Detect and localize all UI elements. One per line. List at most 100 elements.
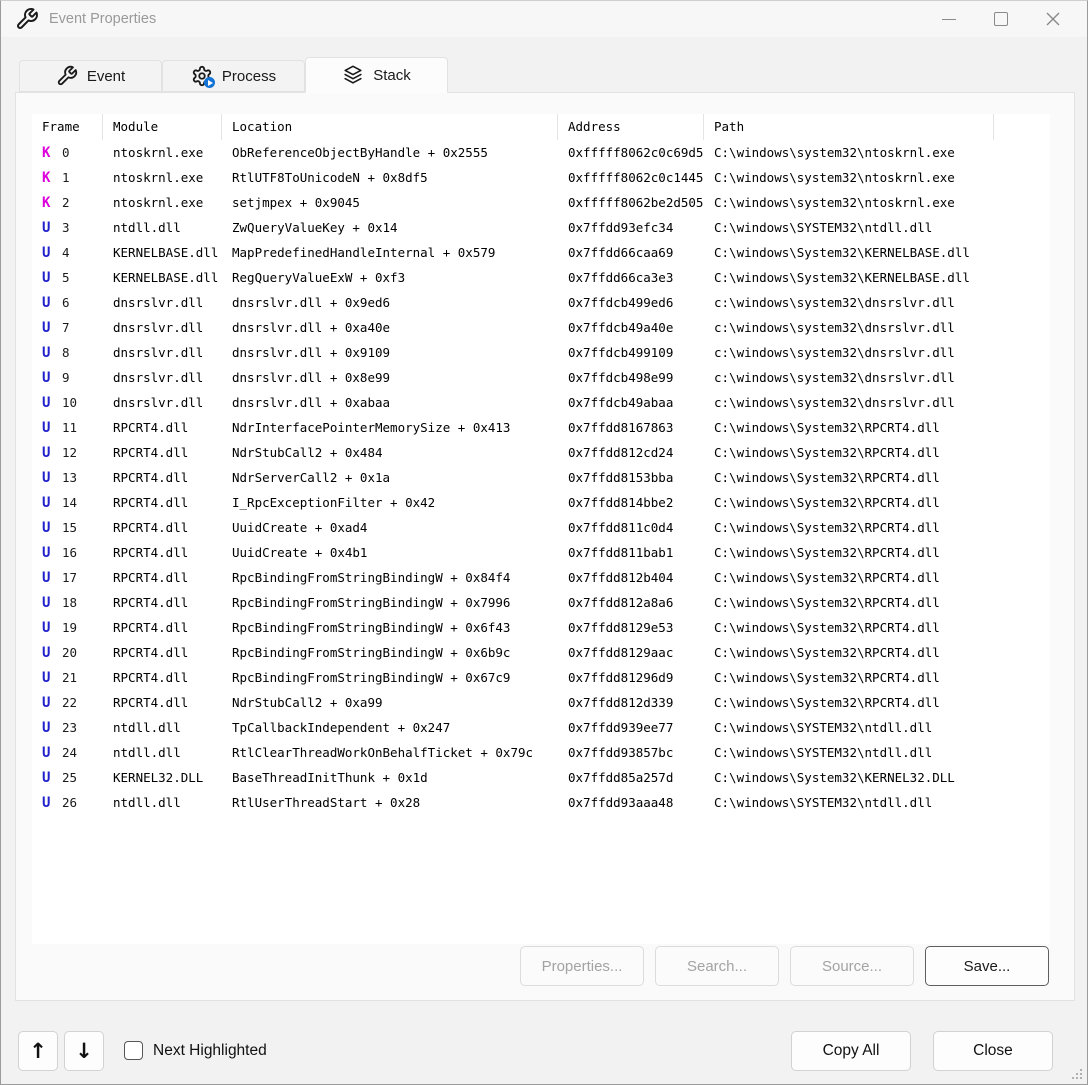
- column-header-path[interactable]: Path: [704, 114, 994, 140]
- table-row[interactable]: U19 RPCRT4.dll RpcBindingFromStringBindi…: [32, 615, 1050, 640]
- table-row[interactable]: U10 dnsrslvr.dll dnsrslvr.dll + 0xabaa 0…: [32, 390, 1050, 415]
- tab-stack[interactable]: Stack: [305, 57, 448, 93]
- location-cell: I_RpcExceptionFilter + 0x42: [222, 490, 558, 515]
- tab-stack-label: Stack: [373, 67, 411, 84]
- location-cell: NdrInterfacePointerMemorySize + 0x413: [222, 415, 558, 440]
- path-cell: C:\windows\System32\RPCRT4.dll: [704, 590, 994, 615]
- stack-table[interactable]: Frame Module Location Address Path K0 nt…: [32, 114, 1050, 944]
- table-row[interactable]: U18 RPCRT4.dll RpcBindingFromStringBindi…: [32, 590, 1050, 615]
- table-row[interactable]: U14 RPCRT4.dll I_RpcExceptionFilter + 0x…: [32, 490, 1050, 515]
- path-cell: C:\windows\System32\RPCRT4.dll: [704, 540, 994, 565]
- source-button[interactable]: Source...: [790, 946, 914, 986]
- module-cell: ntoskrnl.exe: [103, 165, 222, 190]
- layers-icon: [342, 64, 364, 86]
- frame-number: 13: [62, 465, 77, 490]
- table-row[interactable]: U13 RPCRT4.dll NdrServerCall2 + 0x1a 0x7…: [32, 465, 1050, 490]
- frame-type-icon: U: [42, 541, 56, 565]
- copy-all-button[interactable]: Copy All: [791, 1031, 911, 1071]
- frame-type-icon: U: [42, 716, 56, 740]
- tab-strip: Event Process Stack: [19, 60, 448, 93]
- table-row[interactable]: U20 RPCRT4.dll RpcBindingFromStringBindi…: [32, 640, 1050, 665]
- table-row[interactable]: U12 RPCRT4.dll NdrStubCall2 + 0x484 0x7f…: [32, 440, 1050, 465]
- close-dialog-button[interactable]: Close: [933, 1031, 1053, 1071]
- next-event-button[interactable]: ↓: [64, 1031, 104, 1071]
- address-cell: 0x7ffdd811c0d4: [558, 515, 704, 540]
- properties-button[interactable]: Properties...: [520, 946, 644, 986]
- previous-event-button[interactable]: ↑: [18, 1031, 58, 1071]
- frame-cell: U5: [32, 265, 103, 290]
- table-row[interactable]: U21 RPCRT4.dll RpcBindingFromStringBindi…: [32, 665, 1050, 690]
- path-cell: C:\windows\system32\ntoskrnl.exe: [704, 165, 994, 190]
- module-cell: RPCRT4.dll: [103, 565, 222, 590]
- path-cell: C:\windows\System32\KERNEL32.DLL: [704, 765, 994, 790]
- table-row[interactable]: U24 ntdll.dll RtlClearThreadWorkOnBehalf…: [32, 740, 1050, 765]
- path-cell: C:\windows\SYSTEM32\ntdll.dll: [704, 740, 994, 765]
- table-row[interactable]: U22 RPCRT4.dll NdrStubCall2 + 0xa99 0x7f…: [32, 690, 1050, 715]
- tab-event-label: Event: [87, 68, 125, 85]
- column-header-address[interactable]: Address: [558, 114, 704, 140]
- table-row[interactable]: U25 KERNEL32.DLL BaseThreadInitThunk + 0…: [32, 765, 1050, 790]
- frame-number: 19: [62, 615, 77, 640]
- frame-number: 3: [62, 215, 70, 240]
- frame-cell: U18: [32, 590, 103, 615]
- table-row[interactable]: U8 dnsrslvr.dll dnsrslvr.dll + 0x9109 0x…: [32, 340, 1050, 365]
- frame-type-icon: K: [42, 191, 56, 215]
- table-row[interactable]: U23 ntdll.dll TpCallbackIndependent + 0x…: [32, 715, 1050, 740]
- column-header-frame[interactable]: Frame: [32, 114, 103, 140]
- frame-cell: U4: [32, 240, 103, 265]
- table-row[interactable]: U6 dnsrslvr.dll dnsrslvr.dll + 0x9ed6 0x…: [32, 290, 1050, 315]
- table-row[interactable]: U9 dnsrslvr.dll dnsrslvr.dll + 0x8e99 0x…: [32, 365, 1050, 390]
- table-row[interactable]: U15 RPCRT4.dll UuidCreate + 0xad4 0x7ffd…: [32, 515, 1050, 540]
- close-button[interactable]: [1027, 1, 1079, 37]
- wrench-icon: [15, 7, 39, 31]
- table-row[interactable]: U16 RPCRT4.dll UuidCreate + 0x4b1 0x7ffd…: [32, 540, 1050, 565]
- tab-event[interactable]: Event: [19, 60, 162, 92]
- table-row[interactable]: U3 ntdll.dll ZwQueryValueKey + 0x14 0x7f…: [32, 215, 1050, 240]
- table-row[interactable]: U11 RPCRT4.dll NdrInterfacePointerMemory…: [32, 415, 1050, 440]
- table-row[interactable]: K1 ntoskrnl.exe RtlUTF8ToUnicodeN + 0x8d…: [32, 165, 1050, 190]
- up-arrow-icon: ↑: [29, 1039, 47, 1063]
- table-row[interactable]: U7 dnsrslvr.dll dnsrslvr.dll + 0xa40e 0x…: [32, 315, 1050, 340]
- address-cell: 0x7ffdd814bbe2: [558, 490, 704, 515]
- table-row[interactable]: U17 RPCRT4.dll RpcBindingFromStringBindi…: [32, 565, 1050, 590]
- address-cell: 0x7ffdd8167863: [558, 415, 704, 440]
- module-cell: ntdll.dll: [103, 715, 222, 740]
- location-cell: NdrStubCall2 + 0xa99: [222, 690, 558, 715]
- frame-cell: U13: [32, 465, 103, 490]
- column-header-filler: [994, 114, 1050, 140]
- frame-type-icon: U: [42, 766, 56, 790]
- resize-grip[interactable]: [1080, 1077, 1082, 1079]
- table-row[interactable]: U26 ntdll.dll RtlUserThreadStart + 0x28 …: [32, 790, 1050, 815]
- tab-process[interactable]: Process: [162, 60, 305, 92]
- module-cell: ntoskrnl.exe: [103, 190, 222, 215]
- module-cell: RPCRT4.dll: [103, 515, 222, 540]
- next-highlighted-checkbox[interactable]: [124, 1041, 143, 1060]
- frame-type-icon: U: [42, 641, 56, 665]
- module-cell: RPCRT4.dll: [103, 590, 222, 615]
- module-cell: KERNEL32.DLL: [103, 765, 222, 790]
- frame-number: 16: [62, 540, 77, 565]
- minimize-button[interactable]: [923, 1, 975, 37]
- column-header-location[interactable]: Location: [222, 114, 558, 140]
- gear-play-icon: [191, 65, 213, 87]
- path-cell: C:\windows\SYSTEM32\ntdll.dll: [704, 215, 994, 240]
- location-cell: UuidCreate + 0x4b1: [222, 540, 558, 565]
- table-row[interactable]: K2 ntoskrnl.exe setjmpex + 0x9045 0xffff…: [32, 190, 1050, 215]
- column-header-module[interactable]: Module: [103, 114, 222, 140]
- frame-number: 12: [62, 440, 77, 465]
- frame-number: 20: [62, 640, 77, 665]
- frame-number: 17: [62, 565, 77, 590]
- path-cell: C:\windows\System32\KERNELBASE.dll: [704, 265, 994, 290]
- frame-type-icon: U: [42, 216, 56, 240]
- table-row[interactable]: U4 KERNELBASE.dll MapPredefinedHandleInt…: [32, 240, 1050, 265]
- module-cell: RPCRT4.dll: [103, 690, 222, 715]
- location-cell: dnsrslvr.dll + 0xa40e: [222, 315, 558, 340]
- table-row[interactable]: K0 ntoskrnl.exe ObReferenceObjectByHandl…: [32, 140, 1050, 165]
- address-cell: 0x7ffdd93857bc: [558, 740, 704, 765]
- table-row[interactable]: U5 KERNELBASE.dll RegQueryValueExW + 0xf…: [32, 265, 1050, 290]
- frame-number: 15: [62, 515, 77, 540]
- maximize-button[interactable]: [975, 1, 1027, 37]
- module-cell: dnsrslvr.dll: [103, 315, 222, 340]
- save-button[interactable]: Save...: [925, 946, 1049, 986]
- search-button[interactable]: Search...: [655, 946, 779, 986]
